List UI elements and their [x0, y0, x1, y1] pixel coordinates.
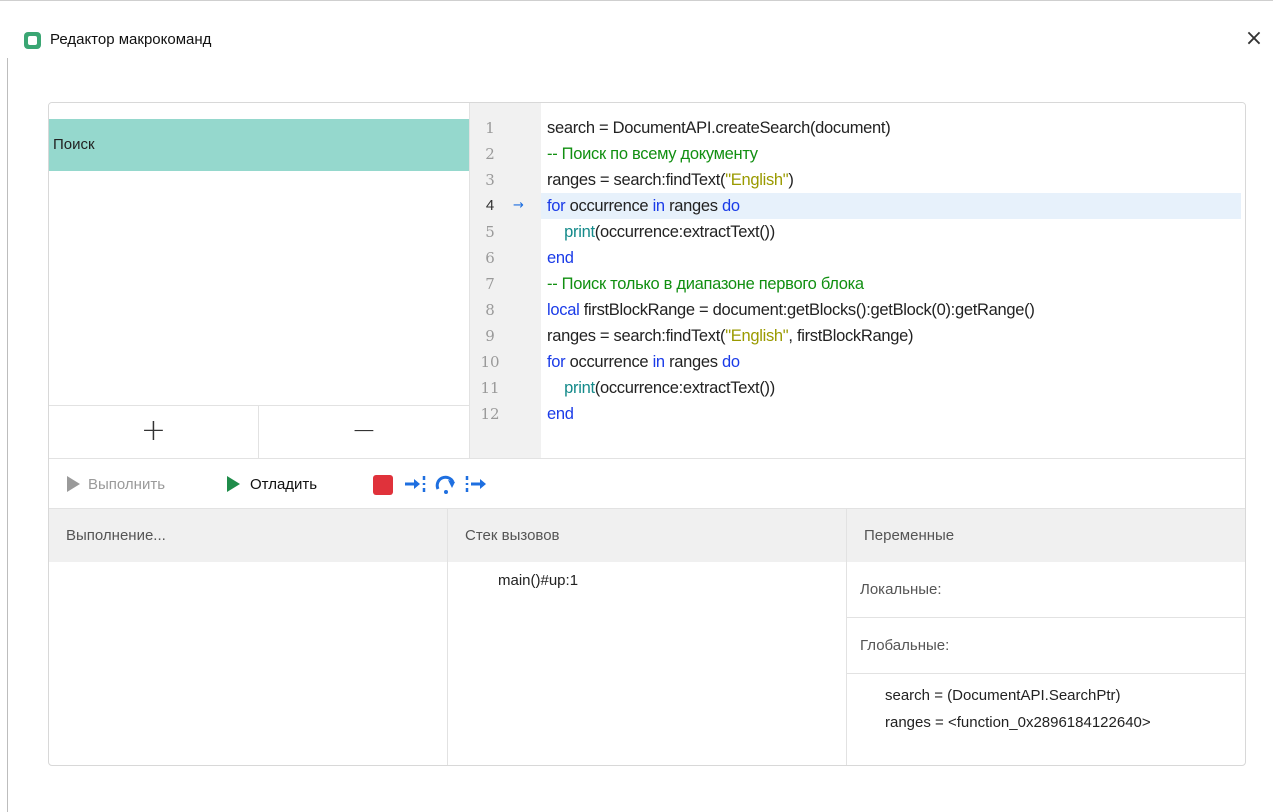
line-number: 8: [485, 301, 495, 319]
execution-header: Выполнение...: [49, 509, 447, 562]
code-text-area[interactable]: search = DocumentAPI.createSearch(docume…: [541, 103, 1245, 458]
window-left-border: [7, 58, 8, 812]
app-logo-icon: [24, 32, 41, 49]
stop-icon[interactable]: [373, 475, 393, 495]
code-line[interactable]: for occurrence in ranges do: [547, 349, 740, 375]
line-number: 1: [485, 119, 495, 137]
macro-list-actions: + −: [49, 405, 469, 459]
line-number-gutter: 1 2 3 4 → 5 6 7 8 9 10 11 12: [470, 103, 541, 458]
line-number: 11: [480, 379, 500, 397]
line-number: 6: [485, 249, 495, 267]
window-top-border: [0, 0, 1273, 1]
call-stack-header: Стек вызовов: [448, 509, 846, 562]
macro-list: Поиск: [49, 103, 469, 405]
debug-panes: Выполнение... Стек вызовов main()#up:1 П…: [49, 508, 1245, 765]
code-editor[interactable]: 1 2 3 4 → 5 6 7 8 9 10 11 12 search = DocumentAPI.cr…: [469, 103, 1245, 458]
debug-play-icon: [227, 476, 240, 492]
title-bar: Редактор макрокоманд ×: [0, 22, 1273, 58]
line-number: 5: [485, 223, 495, 241]
macro-item-search[interactable]: Поиск: [49, 119, 469, 171]
code-line[interactable]: local firstBlockRange = document:getBloc…: [547, 297, 1035, 323]
code-line[interactable]: -- Поиск по всему документу: [547, 141, 758, 167]
step-out-icon[interactable]: [463, 471, 489, 497]
run-button-label: Выполнить: [88, 475, 166, 493]
code-line[interactable]: -- Поиск только в диапазоне первого блок…: [547, 271, 864, 297]
locals-section-label[interactable]: Локальные:: [847, 562, 1245, 618]
globals-section-label[interactable]: Глобальные:: [847, 618, 1245, 674]
code-line[interactable]: end: [547, 245, 574, 271]
debug-button[interactable]: Отладить: [227, 459, 317, 509]
remove-macro-button[interactable]: −: [259, 406, 469, 459]
add-macro-button[interactable]: +: [49, 406, 259, 459]
code-line[interactable]: print(occurrence:extractText()): [547, 219, 775, 245]
current-line-arrow-icon: →: [513, 198, 524, 213]
code-line[interactable]: ranges = search:findText("English", firs…: [547, 323, 913, 349]
step-over-icon[interactable]: [433, 471, 459, 497]
global-variable-ranges[interactable]: ranges = <function_0x2896184122640>: [885, 714, 1151, 731]
line-number: 7: [485, 275, 495, 293]
line-number: 9: [485, 327, 495, 345]
run-button[interactable]: Выполнить: [67, 459, 165, 509]
code-line[interactable]: print(occurrence:extractText()): [547, 375, 775, 401]
line-number: 12: [480, 405, 500, 423]
variables-header: Переменные: [847, 509, 1245, 562]
window-title: Редактор макрокоманд: [50, 31, 212, 48]
play-icon: [67, 476, 80, 492]
global-variable-search[interactable]: search = (DocumentAPI.SearchPtr): [885, 687, 1121, 704]
debug-toolbar: Выполнить Отладить: [49, 458, 1245, 509]
code-line[interactable]: for occurrence in ranges do: [547, 193, 740, 219]
code-line[interactable]: end: [547, 401, 574, 427]
execution-pane: Выполнение...: [49, 509, 448, 765]
line-number: 10: [480, 353, 500, 371]
close-button[interactable]: ×: [1241, 24, 1267, 54]
line-number: 3: [485, 171, 495, 189]
line-number: 2: [485, 145, 495, 163]
call-stack-entry[interactable]: main()#up:1: [498, 572, 578, 589]
code-line[interactable]: search = DocumentAPI.createSearch(docume…: [547, 115, 891, 141]
variables-pane: Переменные Локальные: Глобальные: search…: [847, 509, 1245, 765]
macro-editor-panel: Поиск + − 1 2 3 4 → 5 6 7 8 9 10 11 12 search = Docu…: [48, 102, 1246, 766]
step-into-icon[interactable]: [402, 471, 428, 497]
macro-editor-window: Редактор макрокоманд × Поиск + − 1 2 3 4 → 5 6…: [0, 0, 1273, 812]
code-line[interactable]: ranges = search:findText("English"): [547, 167, 794, 193]
line-number: 4: [485, 197, 495, 214]
debug-button-label: Отладить: [250, 475, 318, 493]
call-stack-pane: Стек вызовов main()#up:1: [448, 509, 847, 765]
